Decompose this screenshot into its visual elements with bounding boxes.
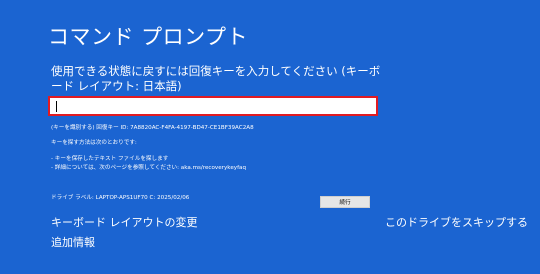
- help-bullet: - キーを保存したテキスト ファイルを探します: [51, 156, 169, 162]
- page-title: コマンド プロンプト: [48, 25, 249, 49]
- text-caret: [56, 101, 57, 112]
- help-bullet: - 詳細については、次のページを参照してください: aka.ms/recover…: [51, 165, 247, 171]
- more-info-link[interactable]: 追加情報: [51, 234, 95, 250]
- recovery-key-prompt: 使用できる状態に戻すには回復キーを入力してください (キーボード レイアウト: …: [51, 64, 381, 93]
- skip-drive-link[interactable]: このドライブをスキップする: [385, 214, 528, 230]
- recovery-key-id: (キーを識別する) 回復キー ID: 7A8820AC-F4FA-4197-BD…: [51, 125, 254, 131]
- help-heading: キーを探す方法は次のとおりです:: [51, 140, 137, 146]
- drive-label: ドライブ ラベル: LAPTOP-APS1UF70 C: 2025/02/06: [51, 195, 190, 201]
- recovery-key-field[interactable]: [48, 96, 380, 116]
- recovery-key-input[interactable]: [52, 99, 380, 113]
- change-keyboard-layout-link[interactable]: キーボード レイアウトの変更: [51, 214, 198, 230]
- continue-button[interactable]: 続行: [320, 196, 370, 208]
